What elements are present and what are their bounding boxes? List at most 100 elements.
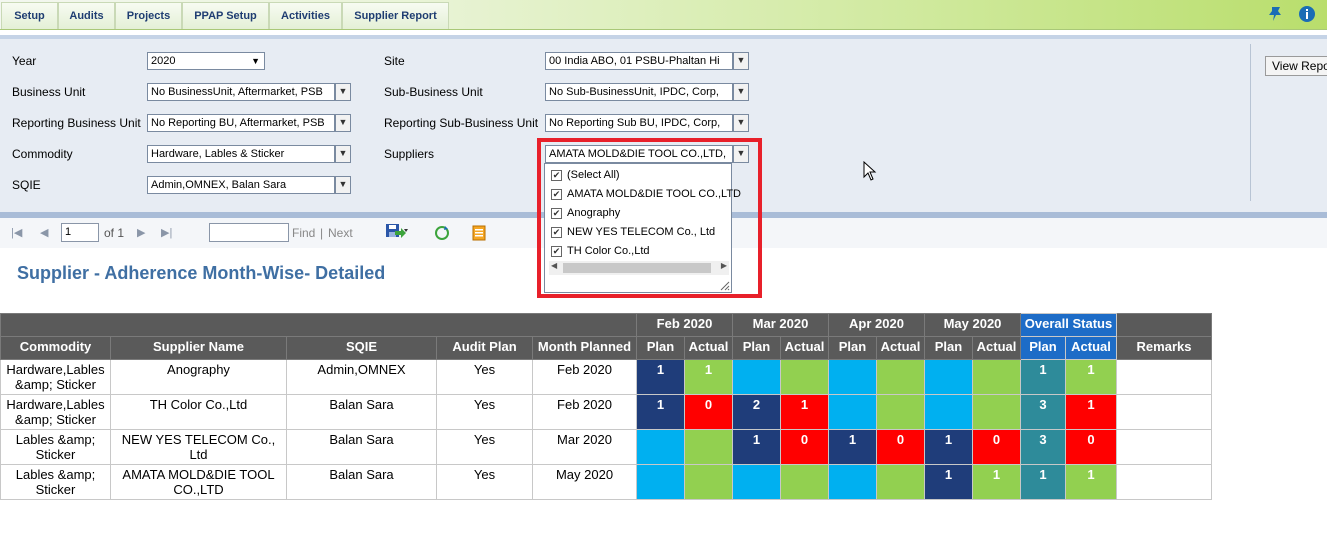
cell-plan-count bbox=[828, 394, 877, 430]
column-header-plan: Plan bbox=[1020, 336, 1066, 360]
table-row: Hardware,Lables &amp; Sticker Anography Ad… bbox=[0, 359, 1212, 395]
reporting-bu-label: Reporting Business Unit bbox=[12, 116, 141, 130]
last-page-icon[interactable]: ▶| bbox=[161, 226, 172, 239]
cell-plan-count bbox=[828, 359, 877, 395]
cell-actual-count bbox=[684, 464, 733, 500]
month-header: Apr 2020 bbox=[828, 313, 925, 337]
cell-plan-count: 1 bbox=[636, 359, 685, 395]
export-save-icon[interactable] bbox=[385, 223, 409, 239]
business-unit-label: Business Unit bbox=[12, 85, 86, 99]
cell-plan-count bbox=[924, 359, 973, 395]
business-unit-field[interactable]: No BusinessUnit, Aftermarket, PSB bbox=[147, 83, 335, 101]
year-label: Year bbox=[12, 54, 37, 68]
column-header-month-planned: Month Planned bbox=[532, 336, 637, 360]
year-value: 2020 bbox=[151, 55, 176, 67]
column-header-actual: Actual bbox=[876, 336, 925, 360]
site-field[interactable]: 00 India ABO, 01 PSBU-Phaltan Hi bbox=[545, 52, 733, 70]
sub-bu-field[interactable]: No Sub-BusinessUnit, IPDC, Corp, bbox=[545, 83, 733, 101]
cell-audit-plan: Yes bbox=[436, 394, 533, 430]
next-page-icon[interactable]: ▶ bbox=[137, 226, 145, 239]
column-header-plan: Plan bbox=[732, 336, 781, 360]
cell-remarks bbox=[1116, 464, 1212, 500]
tab-supplier-report[interactable]: Supplier Report bbox=[342, 2, 449, 29]
page-number-input[interactable]: 1 bbox=[61, 223, 99, 242]
tab-setup[interactable]: Setup bbox=[1, 2, 58, 29]
table-row: Lables &amp; Sticker AMATA MOLD&DIE TOOL … bbox=[0, 464, 1212, 500]
cell-actual-count bbox=[876, 394, 925, 430]
panel-separator bbox=[1250, 44, 1251, 201]
refresh-icon[interactable] bbox=[434, 225, 450, 241]
column-header-sqie: SQIE bbox=[286, 336, 437, 360]
chevron-down-icon[interactable]: ▼ bbox=[733, 52, 749, 70]
tab-projects[interactable]: Projects bbox=[115, 2, 182, 29]
print-layout-icon[interactable] bbox=[472, 225, 486, 241]
cell-plan-count bbox=[636, 429, 685, 465]
cell-actual-count bbox=[684, 429, 733, 465]
cell-actual-count: 0 bbox=[972, 429, 1021, 465]
cell-supplier-name: TH Color Co.,Ltd bbox=[110, 394, 287, 430]
chevron-down-icon[interactable]: ▼ bbox=[335, 145, 351, 163]
adherence-table: Feb 2020 Mar 2020 Apr 2020 May 2020 Over… bbox=[0, 313, 1212, 500]
table-row: Hardware,Lables &amp; Sticker TH Color Co… bbox=[0, 394, 1212, 430]
cell-plan-count bbox=[636, 464, 685, 500]
tab-audits[interactable]: Audits bbox=[58, 2, 115, 29]
cell-plan-count: 1 bbox=[924, 429, 973, 465]
view-report-button[interactable]: View Report bbox=[1265, 56, 1327, 76]
cell-actual-count bbox=[876, 359, 925, 395]
chevron-down-icon[interactable]: ▼ bbox=[733, 83, 749, 101]
chevron-down-icon[interactable]: ▼ bbox=[335, 83, 351, 101]
highlight-box bbox=[537, 138, 762, 298]
find-link[interactable]: Find bbox=[292, 226, 315, 240]
cell-plan-count: 1 bbox=[924, 464, 973, 500]
cell-month-planned: Feb 2020 bbox=[532, 359, 637, 395]
month-header: Feb 2020 bbox=[636, 313, 733, 337]
mouse-cursor-icon bbox=[863, 161, 877, 181]
cell-month-planned: Feb 2020 bbox=[532, 394, 637, 430]
previous-page-icon[interactable]: ◀ bbox=[40, 226, 48, 239]
cell-actual-count bbox=[972, 359, 1021, 395]
sqie-field[interactable]: Admin,OMNEX, Balan Sara bbox=[147, 176, 335, 194]
cell-month-planned: May 2020 bbox=[532, 464, 637, 500]
suppliers-label: Suppliers bbox=[384, 147, 435, 161]
cell-sqie: Balan Sara bbox=[286, 394, 437, 430]
column-header-plan: Plan bbox=[828, 336, 877, 360]
cell-actual-count: 0 bbox=[1065, 429, 1117, 465]
reporting-bu-field[interactable]: No Reporting BU, Aftermarket, PSB bbox=[147, 114, 335, 132]
cell-sqie: Balan Sara bbox=[286, 464, 437, 500]
cell-actual-count bbox=[876, 464, 925, 500]
column-header-actual: Actual bbox=[684, 336, 733, 360]
month-header: Mar 2020 bbox=[732, 313, 829, 337]
cell-actual-count bbox=[780, 464, 829, 500]
cell-actual-count bbox=[972, 394, 1021, 430]
pin-icon[interactable] bbox=[1266, 5, 1284, 23]
cell-plan-count: 1 bbox=[828, 429, 877, 465]
find-input[interactable] bbox=[209, 223, 289, 242]
column-header-plan: Plan bbox=[636, 336, 685, 360]
chevron-down-icon[interactable]: ▼ bbox=[335, 176, 351, 194]
commodity-field[interactable]: Hardware, Lables & Sticker bbox=[147, 145, 335, 163]
column-header-commodity: Commodity bbox=[0, 336, 111, 360]
cell-commodity: Lables &amp; Sticker bbox=[0, 464, 111, 500]
cell-month-planned: Mar 2020 bbox=[532, 429, 637, 465]
info-icon[interactable] bbox=[1298, 5, 1316, 23]
cell-plan-count: 3 bbox=[1020, 394, 1066, 430]
overall-status-header: Overall Status bbox=[1020, 313, 1117, 337]
chevron-down-icon: ▼ bbox=[251, 56, 260, 66]
cell-actual-count: 0 bbox=[876, 429, 925, 465]
chevron-down-icon[interactable]: ▼ bbox=[733, 114, 749, 132]
cell-audit-plan: Yes bbox=[436, 464, 533, 500]
first-page-icon[interactable]: |◀ bbox=[11, 226, 22, 239]
cell-plan-count: 1 bbox=[1020, 464, 1066, 500]
sqie-label: SQIE bbox=[12, 178, 41, 192]
year-select[interactable]: 2020 ▼ bbox=[147, 52, 265, 70]
tab-ppap-setup[interactable]: PPAP Setup bbox=[182, 2, 269, 29]
column-header-supplier: Supplier Name bbox=[110, 336, 287, 360]
chevron-down-icon[interactable]: ▼ bbox=[335, 114, 351, 132]
next-link[interactable]: Next bbox=[328, 226, 353, 240]
cell-plan-count: 2 bbox=[732, 394, 781, 430]
cell-supplier-name: AMATA MOLD&DIE TOOL CO.,LTD bbox=[110, 464, 287, 500]
tab-activities[interactable]: Activities bbox=[269, 2, 342, 29]
reporting-sub-bu-field[interactable]: No Reporting Sub BU, IPDC, Corp, bbox=[545, 114, 733, 132]
cell-sqie: Balan Sara bbox=[286, 429, 437, 465]
table-row: Lables &amp; Sticker NEW YES TELECOM Co.,… bbox=[0, 429, 1212, 465]
